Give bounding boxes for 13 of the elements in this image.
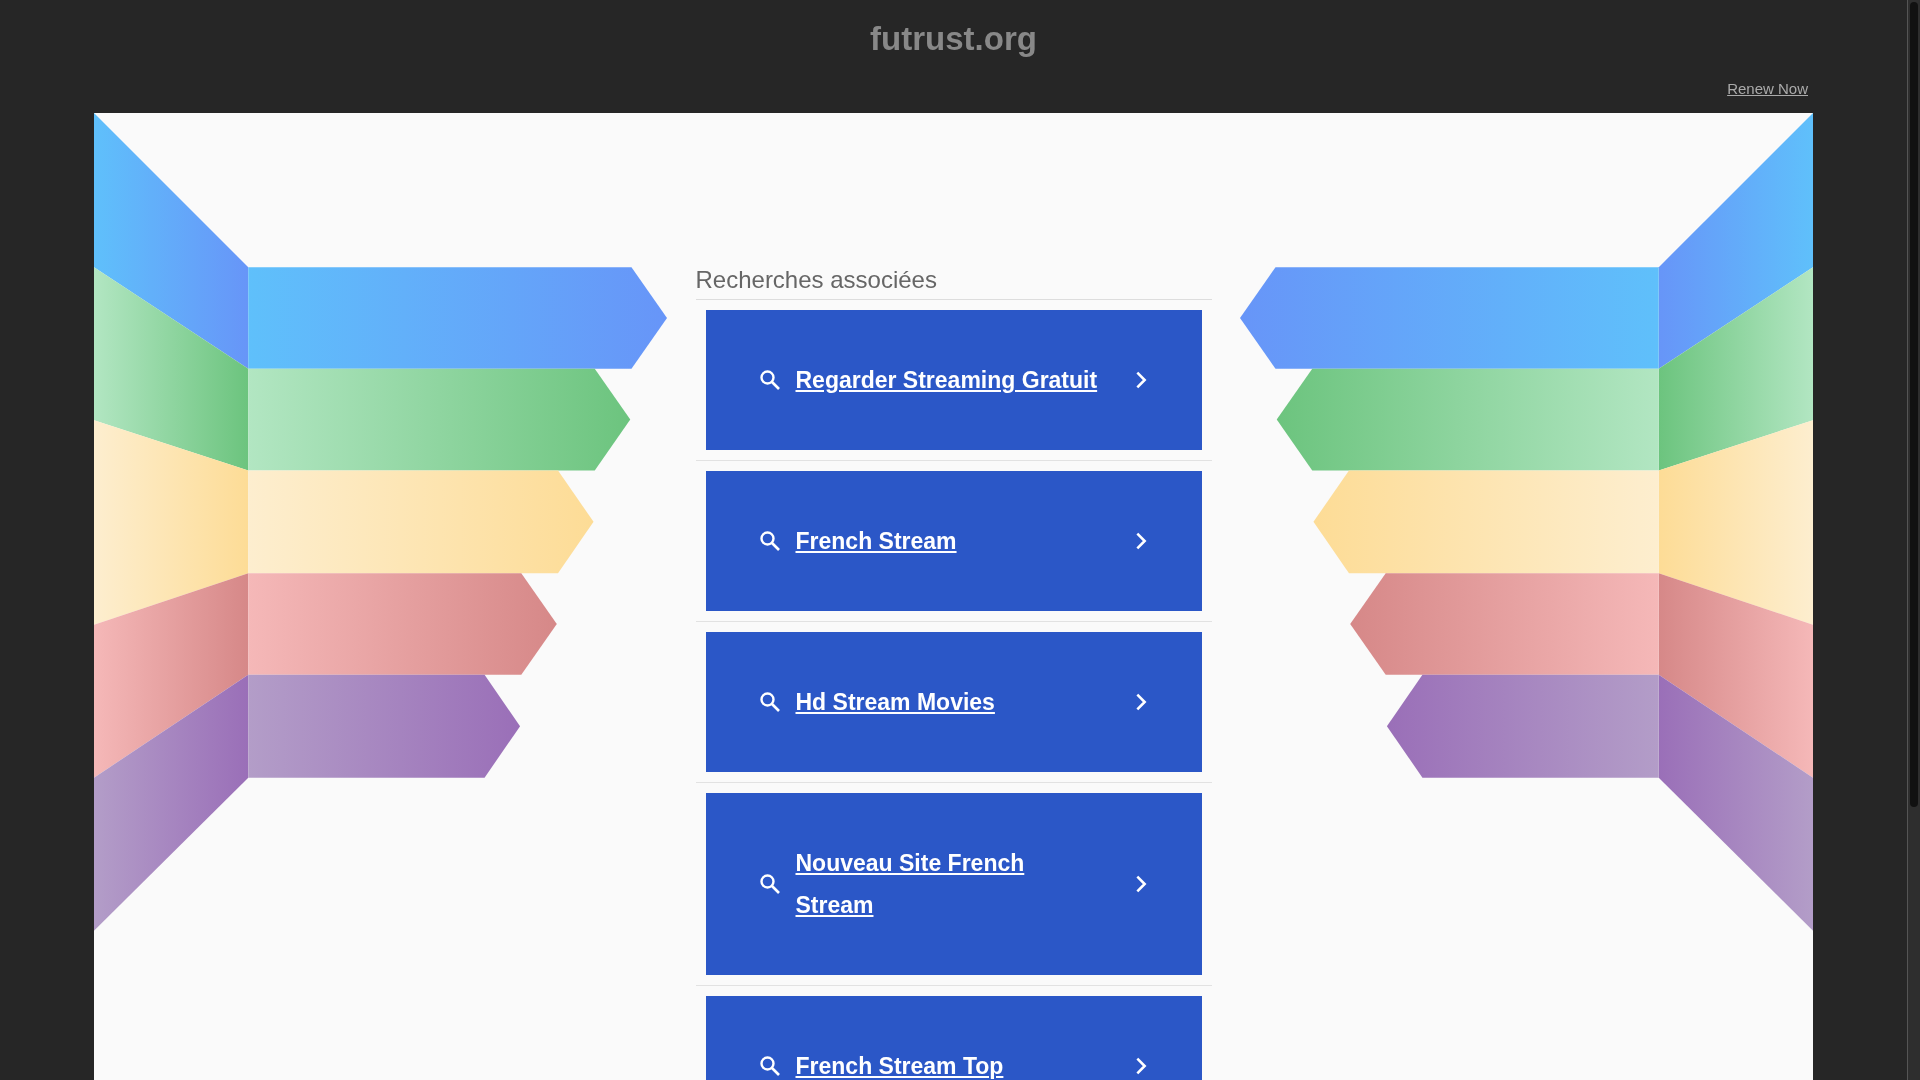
search-icon [757,690,782,714]
search-link-button[interactable]: Nouveau Site French Stream [705,793,1202,975]
search-icon [757,872,782,896]
renew-link[interactable]: Renew Now [1727,80,1808,97]
scrollbar[interactable] [1907,0,1920,1080]
search-icon [757,368,782,392]
search-link-button[interactable]: French Stream [705,471,1202,611]
site-title: futrust.org [870,20,1037,58]
search-link-button[interactable]: French Stream Top [705,996,1202,1080]
search-link-button[interactable]: Hd Stream Movies [705,632,1202,772]
search-icon [757,529,782,553]
search-link-button[interactable]: Regarder Streaming Gratuit [705,310,1202,450]
search-icon [757,1054,782,1078]
